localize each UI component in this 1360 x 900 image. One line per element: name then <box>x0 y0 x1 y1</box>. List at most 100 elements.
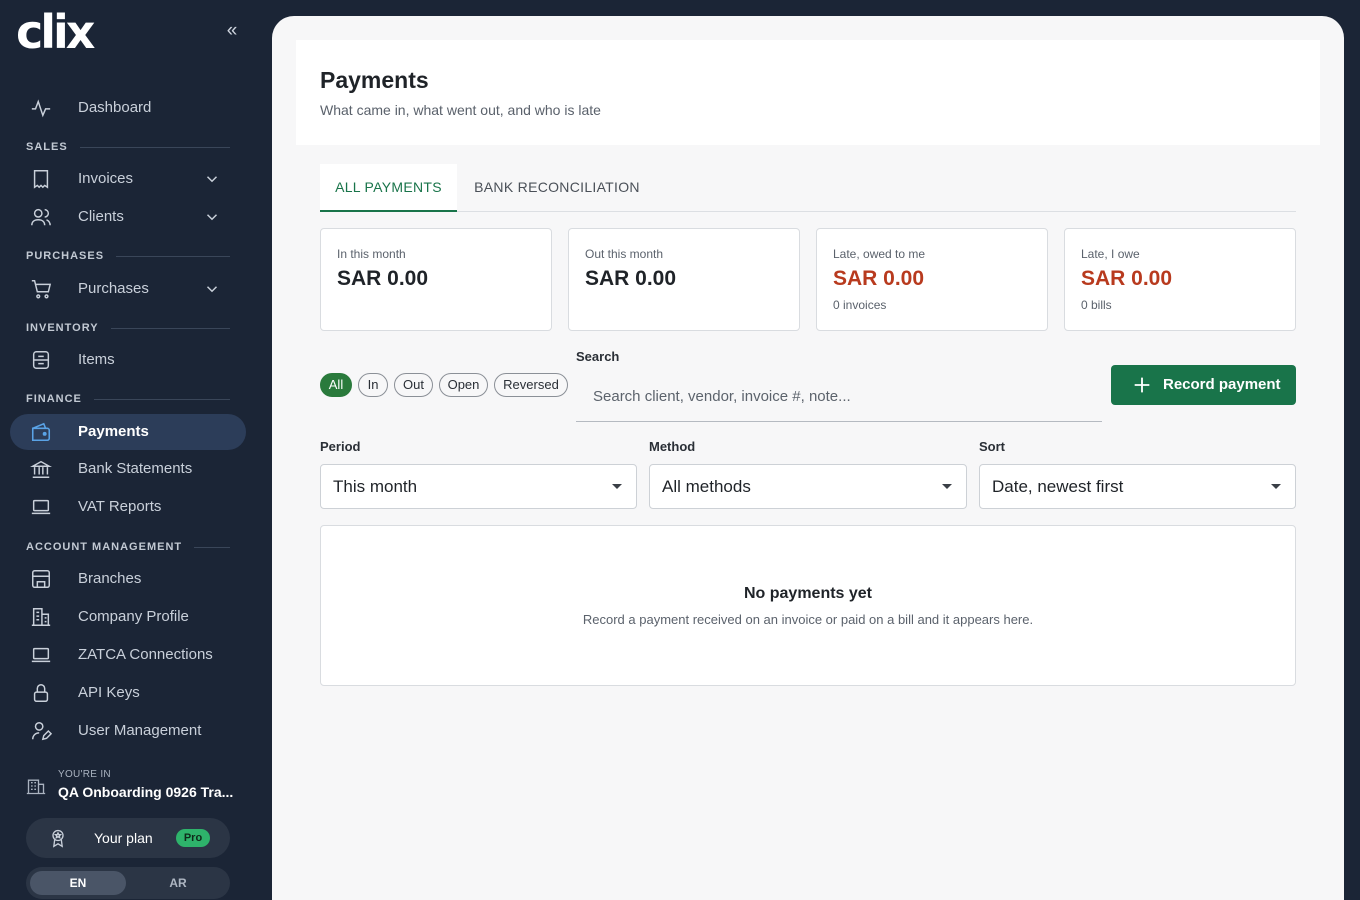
method-select[interactable]: All methods <box>649 464 967 509</box>
workspace-switcher[interactable]: YOU'RE IN QA Onboarding 0926 Tra... <box>26 766 246 806</box>
section-label: ACCOUNT MANAGEMENT <box>26 541 183 553</box>
sort-filter: Sort Date, newest first <box>979 436 1296 510</box>
sidebar-item-label: Items <box>78 351 115 368</box>
section-finance: FINANCE <box>26 392 230 406</box>
stat-value: SAR 0.00 <box>1081 267 1173 290</box>
empty-state-title: No payments yet <box>743 585 873 602</box>
divider <box>110 327 230 329</box>
caret-down-icon <box>1271 484 1281 489</box>
lock-icon <box>30 682 52 704</box>
sidebar: clix « Dashboard SALES Invoices Clients … <box>0 0 272 900</box>
filter-chip-out[interactable]: Out <box>394 373 433 397</box>
filter-chip-open[interactable]: Open <box>439 373 488 397</box>
clix-logo[interactable]: clix <box>16 9 96 55</box>
sidebar-item-label: VAT Reports <box>78 498 162 515</box>
sidebar-item-bank-statements[interactable]: Bank Statements <box>10 451 246 487</box>
sidebar-item-vat-reports[interactable]: VAT Reports <box>10 489 246 525</box>
award-icon <box>48 828 68 853</box>
building-icon <box>26 776 46 801</box>
page-subtitle: What came in, what went out, and who is … <box>320 102 601 118</box>
stat-subtext: 0 bills <box>1081 298 1112 312</box>
stat-caption: In this month <box>337 247 406 261</box>
period-label: Period <box>320 439 361 454</box>
record-payment-label: Record payment <box>1163 376 1281 393</box>
section-account-management: ACCOUNT MANAGEMENT <box>26 540 230 554</box>
filter-chip-in[interactable]: In <box>358 373 388 397</box>
sidebar-item-purchases[interactable]: Purchases <box>10 271 246 307</box>
sidebar-item-label: Dashboard <box>78 99 152 116</box>
sidebar-item-invoices[interactable]: Invoices <box>10 161 246 197</box>
sort-label: Sort <box>979 439 1005 454</box>
sidebar-item-label: Company Profile <box>78 608 189 625</box>
filter-chip-all[interactable]: All <box>320 373 352 397</box>
section-inventory: INVENTORY <box>26 321 230 335</box>
stat-caption: Out this month <box>585 247 664 261</box>
chevron-down-icon[interactable] <box>203 208 221 226</box>
chevron-down-icon[interactable] <box>203 280 221 298</box>
sidebar-item-zatca-connections[interactable]: ZATCA Connections <box>10 637 246 673</box>
user-edit-icon <box>30 720 52 742</box>
section-label: PURCHASES <box>26 250 105 262</box>
language-toggle: EN AR <box>26 867 230 899</box>
method-label: Method <box>649 439 696 454</box>
sidebar-item-user-management[interactable]: User Management <box>10 713 246 749</box>
tab-bank-reconciliation[interactable]: BANK RECONCILIATION <box>457 164 657 212</box>
laptop-icon <box>30 496 52 518</box>
sidebar-item-api-keys[interactable]: API Keys <box>10 675 246 711</box>
main-panel: Payments What came in, what went out, an… <box>272 16 1344 900</box>
cart-icon <box>30 278 52 300</box>
plus-icon <box>1131 374 1153 396</box>
divider <box>194 546 230 548</box>
period-value: This month <box>333 477 418 496</box>
section-label: INVENTORY <box>26 322 99 334</box>
section-sales: SALES <box>26 140 230 154</box>
stat-value: SAR 0.00 <box>585 267 677 290</box>
collapse-sidebar-icon[interactable]: « <box>222 20 242 42</box>
box-icon <box>30 349 52 371</box>
sidebar-item-branches[interactable]: Branches <box>10 561 246 597</box>
chevron-down-icon[interactable] <box>203 170 221 188</box>
divider <box>116 255 230 257</box>
tab-all-payments[interactable]: ALL PAYMENTS <box>320 164 457 212</box>
stat-caption: Late, owed to me <box>833 247 926 261</box>
page-header: Payments What came in, what went out, an… <box>296 40 1320 145</box>
section-label: SALES <box>26 141 68 153</box>
sidebar-item-company-profile[interactable]: Company Profile <box>10 599 246 635</box>
stat-card-late-owed-to-me: Late, owed to me SAR 0.00 0 invoices <box>816 228 1048 331</box>
sidebar-item-label: Bank Statements <box>78 460 193 477</box>
laptop-icon <box>30 644 52 666</box>
sidebar-item-label: Purchases <box>78 280 149 297</box>
sidebar-item-payments[interactable]: Payments <box>10 414 246 450</box>
sidebar-item-items[interactable]: Items <box>10 342 246 378</box>
period-select[interactable]: This month <box>320 464 637 509</box>
section-label: FINANCE <box>26 393 82 405</box>
search-label: Search <box>576 349 620 364</box>
building-icon <box>30 606 52 628</box>
divider <box>79 146 230 148</box>
sidebar-item-label: User Management <box>78 722 202 739</box>
lang-en-option[interactable]: EN <box>30 871 126 895</box>
bank-icon <box>30 458 52 480</box>
lang-ar-option[interactable]: AR <box>130 871 226 895</box>
users-icon <box>30 206 52 228</box>
sidebar-item-clients[interactable]: Clients <box>10 199 246 235</box>
sidebar-item-label: Branches <box>78 570 142 587</box>
caret-down-icon <box>612 484 622 489</box>
sidebar-item-label: Payments <box>78 423 149 440</box>
record-payment-button[interactable]: Record payment <box>1111 365 1296 405</box>
sidebar-item-label: ZATCA Connections <box>78 646 213 663</box>
empty-state-text: Record a payment received on an invoice … <box>582 612 1034 627</box>
wallet-icon <box>30 421 52 443</box>
sort-select[interactable]: Date, newest first <box>979 464 1296 509</box>
stat-card-out-this-month: Out this month SAR 0.00 <box>568 228 800 331</box>
sidebar-item-label: API Keys <box>78 684 140 701</box>
workspace-name: QA Onboarding 0926 Tra... <box>58 784 234 800</box>
empty-state: No payments yet Record a payment receive… <box>320 525 1296 686</box>
plan-button[interactable]: Your plan Pro <box>26 818 230 858</box>
filter-chip-reversed[interactable]: Reversed <box>494 373 568 397</box>
sidebar-item-dashboard[interactable]: Dashboard <box>10 90 246 126</box>
search-input[interactable] <box>576 372 1102 422</box>
sidebar-item-label: Invoices <box>78 170 134 187</box>
stat-value: SAR 0.00 <box>833 267 925 290</box>
store-icon <box>30 568 52 590</box>
